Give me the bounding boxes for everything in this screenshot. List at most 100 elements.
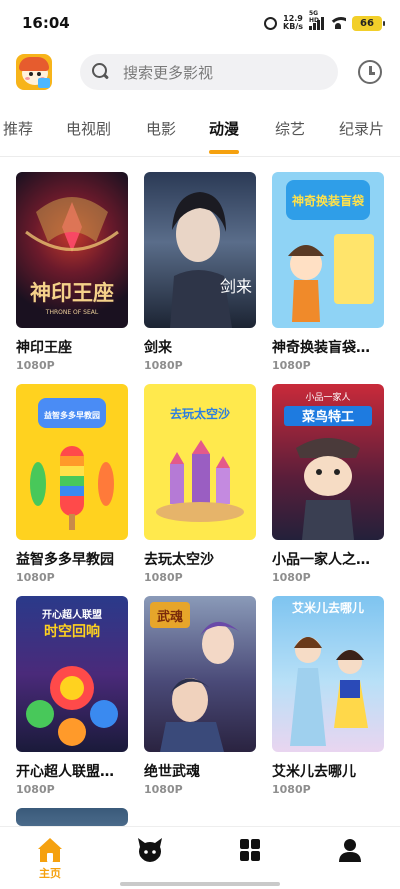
video-title: 小品一家人之… [272,552,370,568]
tab-tv-series[interactable]: 电视剧 [66,112,111,146]
poster-title: 益智多多早教园 [44,410,100,420]
video-card[interactable] [16,808,128,826]
wifi-icon [330,17,346,29]
history-icon[interactable] [358,60,382,84]
poster-title: 神印王座 [30,280,114,305]
status-bar: 16:04 12.9 KB/s 5G HD 66 [0,0,400,46]
battery-indicator: 66 [352,15,385,31]
video-poster[interactable]: 艾米儿去哪儿 [272,596,384,752]
poster-title: 神奇换装盲袋 [292,193,365,208]
search-input[interactable]: 搜索更多影视 [80,54,338,90]
video-card[interactable]: 神奇换装盲袋 神奇换装盲袋… 1080P [272,172,384,372]
poster-title: 去玩太空沙 [170,406,230,421]
video-title: 艾米儿去哪儿 [272,764,356,780]
logo-cheek-left [25,77,30,80]
video-poster[interactable]: 神印王座 THRONE OF SEAL [16,172,128,328]
poster-art: 武魂 [150,602,240,752]
video-resolution: 1080P [144,571,183,584]
video-title: 绝世武魂 [144,764,200,780]
video-resolution: 1080P [272,783,311,796]
tab-documentary[interactable]: 纪录片 [339,112,384,146]
video-title: 益智多多早教园 [16,552,114,568]
poster-art: 神奇换装盲袋 [286,180,374,322]
logo-eye-left [29,72,33,76]
video-title: 剑来 [144,340,172,356]
network-type: 5G HD [309,9,320,24]
home-gesture-bar[interactable] [120,882,280,886]
nav-mascot[interactable] [120,837,180,883]
video-poster[interactable]: 益智多多早教园 [16,384,128,540]
user-icon [339,839,361,862]
video-resolution: 1080P [16,783,55,796]
poster-subtitle: THRONE OF SEAL [45,309,99,316]
nav-categories[interactable] [220,837,280,883]
video-poster[interactable]: 武魂 [144,596,256,752]
poster-title: 剑来 [220,277,252,296]
category-tabs: 推荐 电视剧 电影 动漫 综艺 纪录片 [0,112,400,154]
mascot-icon [138,838,162,862]
video-title: 开心超人联盟… [16,764,114,780]
video-title: 去玩太空沙 [144,552,214,568]
poster-art: 小品一家人 菜鸟特工 [284,391,372,540]
status-icons: 12.9 KB/s 5G HD 66 [264,10,385,31]
search-placeholder: 搜索更多影视 [123,63,214,82]
video-poster[interactable] [16,808,128,826]
search-icon [92,63,110,81]
tab-anime[interactable]: 动漫 [209,112,239,146]
video-card[interactable]: 小品一家人 菜鸟特工 小品一家人之… 1080P [272,384,384,584]
video-poster[interactable]: 开心超人联盟 时空回响 [16,596,128,752]
video-card[interactable]: 剑来 剑来 1080P [144,172,256,372]
header: 搜索更多影视 [0,52,400,92]
poster-art: 益智多多早教园 [30,398,114,530]
video-card[interactable]: 益智多多早教园 益智多多早教园 1080P [16,384,128,584]
poster-art: 神印王座 THRONE OF SEAL [25,197,119,316]
poster-art: 剑来 [170,192,252,328]
tab-movies[interactable]: 电影 [146,112,176,146]
video-card[interactable]: 开心超人联盟 时空回响 开心超人联盟… 1080P [16,596,128,796]
tabs-divider [0,156,400,157]
video-card[interactable]: 去玩太空沙 去玩太空沙 1080P [144,384,256,584]
signal-icon: 5G HD [309,10,324,30]
video-poster[interactable]: 神奇换装盲袋 [272,172,384,328]
poster-art: 开心超人联盟 时空回响 [26,608,118,746]
app-logo[interactable] [16,54,52,90]
video-resolution: 1080P [16,359,55,372]
video-resolution: 1080P [16,571,55,584]
logo-hair [19,57,49,71]
logo-eye-right [37,72,41,76]
bottom-nav: 主页 [0,826,400,889]
network-speed: 12.9 KB/s [283,15,303,31]
poster-title: 开心超人联盟 [42,608,102,621]
video-title: 神奇换装盲袋… [272,340,370,356]
video-card[interactable]: 武魂 绝世武魂 1080P [144,596,256,796]
video-title: 神印王座 [16,340,72,356]
poster-subtitle: 时空回响 [44,623,100,640]
nav-home[interactable]: 主页 [20,837,80,883]
home-icon [38,838,62,862]
network-speed-unit: KB/s [283,22,303,31]
status-time: 16:04 [22,14,70,32]
poster-subtitle: 菜鸟特工 [301,409,354,425]
alarm-icon [264,16,278,30]
video-poster[interactable]: 小品一家人 菜鸟特工 [272,384,384,540]
poster-title: 艾米儿去哪儿 [292,600,364,615]
video-poster[interactable]: 去玩太空沙 [144,384,256,540]
logo-tile [38,78,50,88]
grid-icon [240,839,260,861]
nav-profile[interactable] [320,837,380,883]
video-card[interactable]: 神印王座 THRONE OF SEAL 神印王座 1080P [16,172,128,372]
video-poster[interactable]: 剑来 [144,172,256,328]
video-resolution: 1080P [144,359,183,372]
poster-art: 去玩太空沙 [156,406,244,522]
video-resolution: 1080P [272,359,311,372]
poster-art: 艾米儿去哪儿 [290,600,368,746]
poster-title: 小品一家人 [305,391,350,403]
tab-variety[interactable]: 综艺 [275,112,305,146]
video-card[interactable]: 艾米儿去哪儿 艾米儿去哪儿 1080P [272,596,384,796]
nav-home-label: 主页 [39,867,61,880]
video-resolution: 1080P [272,571,311,584]
tab-recommend[interactable]: 推荐 [3,112,33,146]
video-resolution: 1080P [144,783,183,796]
active-tab-indicator [209,150,239,154]
poster-title: 武魂 [157,609,183,625]
